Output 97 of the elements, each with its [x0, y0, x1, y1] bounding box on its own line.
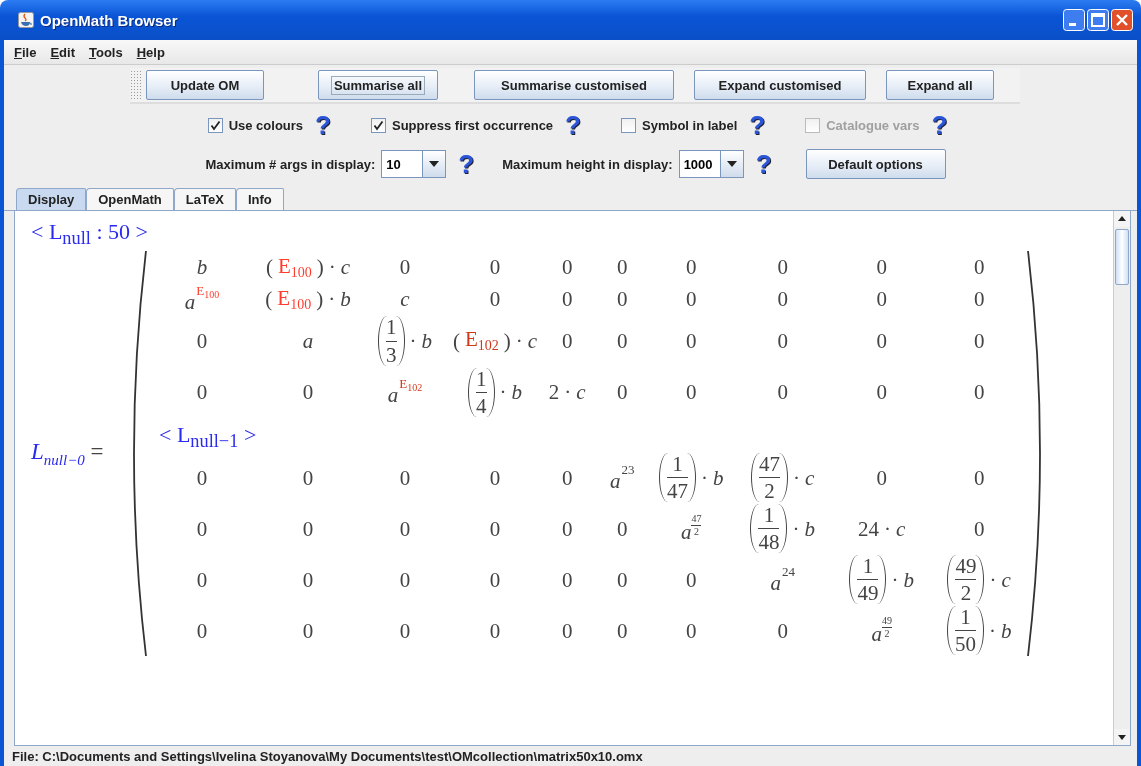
matrix-entry: 0	[777, 328, 788, 354]
help-icon[interactable]: ?	[749, 112, 766, 138]
matrix-entry: 0	[876, 380, 887, 405]
matrix-entry: 0	[973, 328, 985, 354]
matrix-entry: 0	[196, 380, 208, 405]
checkbox-label[interactable]: Symbol in label	[642, 117, 738, 133]
matrix-entry: 0	[302, 618, 314, 643]
matrix-entry: 0	[973, 287, 985, 312]
matrix-entry: 0	[196, 465, 208, 490]
matrix-entry: 0	[561, 516, 573, 541]
matrix-entry: 0	[616, 328, 628, 354]
matrix-entry: ( E$_{100}$ ) · c	[265, 253, 351, 281]
menu-item[interactable]: Help	[136, 44, 165, 60]
matrix-entry: 0	[489, 287, 501, 312]
help-icon[interactable]: ?	[315, 112, 331, 138]
matrix-entry: 0	[685, 255, 697, 280]
matrix-entry: 0	[561, 328, 573, 354]
matrix-entry: 0	[876, 328, 887, 354]
toolbar-button[interactable]: Expand customised	[694, 70, 866, 100]
toolbar-button[interactable]: Update OM	[146, 70, 264, 100]
matrix-entry: 0	[489, 618, 501, 643]
matrix-entry: 0	[876, 255, 887, 280]
menu-item[interactable]: Tools	[89, 44, 123, 60]
matrix-entry: 0	[489, 465, 501, 490]
matrix-entry: 0	[399, 255, 411, 280]
matrix-entry: 0	[489, 255, 501, 280]
matrix-entry: 0	[196, 516, 208, 541]
tab[interactable]: Display	[16, 188, 87, 210]
matrix-entry: 0	[777, 380, 788, 405]
matrix-name: L$_{null−0}$ =	[31, 439, 104, 469]
matrix-entry: 0	[561, 618, 573, 643]
matrix-entry: 0	[489, 567, 501, 592]
matrix-entry: 0	[876, 465, 887, 490]
matrix-entry: ( E$_{100}$ ) · b	[265, 285, 351, 313]
help-icon[interactable]: ?	[458, 151, 475, 177]
matrix-entry: a	[302, 328, 314, 354]
matrix-entry: 0	[302, 380, 314, 405]
checkbox-label[interactable]: Use colours	[228, 117, 304, 133]
matrix-entry: 0	[196, 328, 208, 354]
tab[interactable]: OpenMath	[86, 188, 174, 210]
matrix-entry: 0	[876, 287, 887, 312]
matrix-entry: 0	[399, 618, 411, 643]
tab[interactable]: LaTeX	[173, 188, 236, 210]
toolbar-button[interactable]: Summarise all	[318, 70, 438, 100]
matrix-entry: 24 · c	[858, 516, 906, 541]
matrix-entry: 0	[685, 380, 697, 405]
menu-item[interactable]: Edit	[50, 44, 75, 60]
toolbar-button[interactable]: Expand all	[886, 70, 994, 100]
matrix-entry: 0	[685, 567, 697, 592]
matrix-entry: 0	[777, 287, 788, 312]
matrix-entry: 0	[777, 255, 788, 280]
status-text: File: C:\Documents and Settings\Ivelina Stoyanova\My Documents\test\OMcollection\matrix50x10.omx	[12, 748, 643, 764]
matrix-entry: 0	[973, 255, 985, 280]
matrix-entry: 2 · c	[548, 380, 586, 405]
matrix-entry: 0	[616, 567, 628, 592]
matrix-entry: 0	[561, 255, 573, 280]
menu-item[interactable]: File	[14, 44, 37, 60]
matrix-entry: c	[400, 287, 410, 312]
matrix-entry: 0	[399, 465, 411, 490]
matrix-entry: 0	[616, 516, 628, 541]
matrix-entry: 0	[616, 380, 628, 405]
matrix-entry: 0	[685, 618, 697, 643]
matrix-entry: 0	[302, 567, 314, 592]
matrix-entry: 0	[196, 618, 208, 643]
toolbar-button[interactable]: Summarise customised	[474, 70, 674, 100]
matrix-entry: 0	[616, 618, 628, 643]
setting-label: Maximum height in display:	[502, 156, 673, 172]
matrix-entry: 0	[616, 287, 628, 312]
matrix-entry: 0	[489, 516, 501, 541]
matrix-entry: 0	[196, 567, 208, 592]
matrix-entry: 0	[973, 380, 985, 405]
matrix-entry: b	[196, 255, 208, 280]
matrix-entry: 0	[561, 465, 573, 490]
help-icon[interactable]: ?	[755, 151, 772, 177]
block-label: < L$_{null}$ : 50 >	[31, 219, 149, 250]
matrix-entry: 0	[973, 516, 985, 541]
checkbox-label[interactable]: Suppress first occurrence	[391, 117, 554, 133]
block-label: < L$_{null−1}$ >	[159, 421, 257, 447]
tab[interactable]: Info	[235, 188, 284, 210]
matrix-entry: 0	[561, 287, 573, 312]
matrix-entry: 0	[302, 516, 314, 541]
matrix-entry: 0	[685, 328, 697, 354]
matrix-entry: ( E$_{102}$ ) · c	[453, 327, 538, 355]
matrix-entry: 0	[685, 287, 697, 312]
matrix-entry: 0	[561, 567, 573, 592]
matrix-entry: 0	[616, 255, 628, 280]
dropdown[interactable]: 10	[381, 150, 447, 178]
matrix-entry: 0	[399, 516, 411, 541]
window-title: OpenMath Browser	[40, 11, 178, 29]
setting-label: Maximum # args in display:	[205, 156, 376, 172]
matrix-entry: 0	[777, 618, 788, 643]
help-icon[interactable]: ?	[565, 112, 581, 138]
matrix-entry: 0	[973, 465, 985, 490]
dropdown[interactable]: 1000	[678, 150, 744, 178]
matrix-entry: 0	[302, 465, 314, 490]
matrix-entry: 0	[399, 567, 411, 592]
default-options-button[interactable]: Default options	[805, 149, 946, 179]
